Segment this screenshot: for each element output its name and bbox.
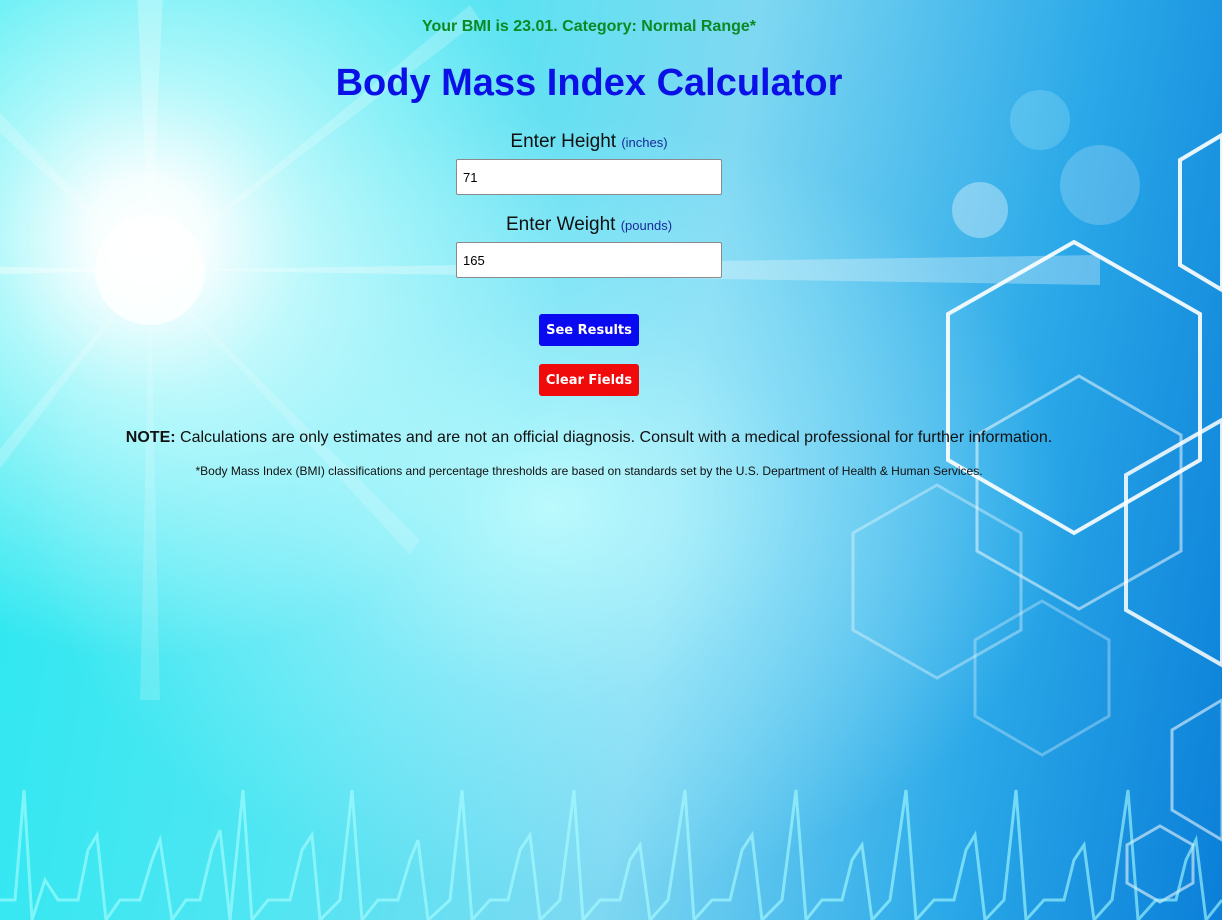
height-unit: (inches) (621, 135, 668, 150)
weight-input[interactable] (456, 242, 722, 278)
weight-label: Enter Weight (pounds) (0, 214, 1178, 236)
bmi-result-message: Your BMI is 23.01. Category: Normal Rang… (421, 18, 756, 35)
note-prefix: NOTE: (125, 429, 176, 446)
note-text: Calculations are only estimates and are … (175, 429, 1053, 446)
weight-unit: (pounds) (620, 218, 673, 233)
weight-label-text: Enter Weight (505, 214, 616, 235)
page-title: Body Mass Index Calculator (335, 62, 843, 104)
clear-fields-button[interactable]: Clear Fields (539, 364, 639, 396)
bmi-footnote: *Body Mass Index (BMI) classifications a… (195, 464, 983, 478)
height-input[interactable] (456, 159, 722, 195)
bmi-calculator-page: Your BMI is 23.01. Category: Normal Rang… (0, 0, 1222, 920)
see-results-button[interactable]: See Results (539, 314, 639, 346)
height-label: Enter Height (inches) (0, 131, 1178, 153)
disclaimer-note: NOTE: Calculations are only estimates an… (0, 429, 1178, 447)
height-label-text: Enter Height (510, 131, 617, 152)
